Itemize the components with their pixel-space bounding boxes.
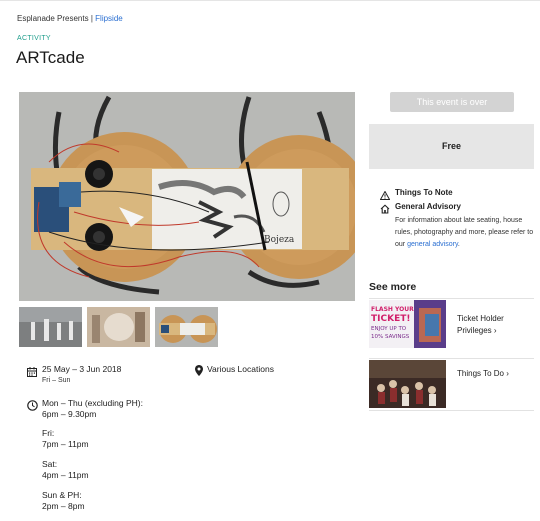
price-box: Free — [369, 124, 534, 169]
promo-line-2: TICKET! — [371, 314, 410, 324]
divider — [369, 358, 534, 359]
divider — [369, 410, 534, 411]
location-pin-icon — [195, 363, 203, 381]
thumbnail-1[interactable] — [19, 307, 82, 347]
see-more-heading: See more — [369, 281, 417, 293]
things-to-note-heading: Things To Note — [395, 188, 453, 197]
category-label: ACTIVITY — [17, 35, 51, 42]
link-ticket-holder-privileges[interactable]: Ticket Holder Privileges › — [457, 313, 527, 337]
advisory-text: For information about late seating, hous… — [395, 215, 535, 251]
time-label-fri: Fri: — [42, 428, 55, 438]
divider — [369, 298, 534, 299]
time-value-fri: 7pm – 11pm — [42, 439, 89, 449]
home-icon — [380, 201, 390, 219]
page-title: ARTcade — [16, 48, 85, 67]
time-label-sat: Sat: — [42, 459, 58, 469]
calendar-icon — [27, 364, 37, 382]
event-dates: 25 May – 3 Jun 2018 — [42, 364, 122, 374]
top-divider — [0, 0, 540, 1]
event-location: Various Locations — [207, 364, 274, 374]
general-advisory-heading: General Advisory — [395, 202, 461, 211]
event-over-button[interactable]: This event is over — [390, 92, 514, 112]
promo-line-4: 10% SAVINGS — [371, 334, 410, 340]
promo-line-3: ENJOY UP TO — [371, 326, 407, 332]
hero-image[interactable]: Bojeza — [19, 92, 355, 301]
things-to-do-image[interactable] — [369, 360, 446, 408]
thumbnail-3[interactable] — [155, 307, 218, 347]
breadcrumb-separator: | — [90, 14, 93, 23]
promo-ticket-image[interactable]: FLASH YOUR TICKET! ENJOY UP TO 10% SAVIN… — [369, 300, 446, 348]
chevron-right-icon: › — [493, 326, 497, 335]
breadcrumb-link-flipside[interactable]: Flipside — [95, 14, 123, 23]
time-value-mon-thu: 6pm – 9.30pm — [42, 409, 97, 419]
time-value-sat: 4pm – 11pm — [42, 470, 89, 480]
breadcrumb: Esplanade Presents | Flipside — [17, 14, 123, 23]
breadcrumb-presenter: Esplanade Presents — [17, 14, 89, 23]
time-label-mon-thu: Mon – Thu (excluding PH): — [42, 398, 143, 408]
promo-line-1: FLASH YOUR — [371, 306, 414, 313]
things-to-do-label: Things To Do — [457, 369, 504, 378]
clock-icon — [27, 398, 38, 416]
advisory-end: . — [457, 241, 460, 248]
chevron-right-icon: › — [506, 369, 509, 378]
event-days: Fri – Sun — [42, 377, 71, 384]
hero-signature: Bojeza — [264, 235, 295, 245]
link-things-to-do[interactable]: Things To Do › — [457, 368, 509, 380]
time-value-sun-ph: 2pm – 8pm — [42, 501, 85, 511]
time-label-sun-ph: Sun & PH: — [42, 490, 82, 500]
thumbnail-2[interactable] — [87, 307, 150, 347]
general-advisory-link[interactable]: general advisory — [407, 241, 458, 248]
